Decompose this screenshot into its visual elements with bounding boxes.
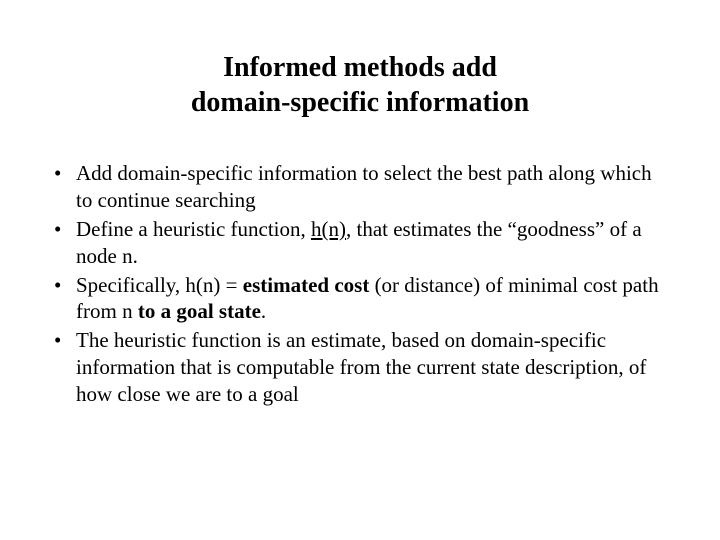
estimated-cost-emph: estimated cost xyxy=(243,273,370,297)
slide-title: Informed methods add domain-specific inf… xyxy=(50,50,670,120)
title-line-1: Informed methods add xyxy=(223,52,497,83)
list-item: Add domain-specific information to selec… xyxy=(50,160,670,214)
bullet-text-end: . xyxy=(261,299,266,323)
list-item: The heuristic function is an estimate, b… xyxy=(50,327,670,408)
bullet-text: The heuristic function is an estimate, b… xyxy=(76,328,646,406)
list-item: Define a heuristic function, h(n), that … xyxy=(50,216,670,270)
goal-state-emph: to a goal state xyxy=(138,299,261,323)
list-item: Specifically, h(n) = estimated cost (or … xyxy=(50,272,670,326)
bullet-text: Add domain-specific information to selec… xyxy=(76,161,652,212)
bullet-text-pre: Specifically, h(n) = xyxy=(76,273,243,297)
heuristic-fn-symbol: h(n) xyxy=(311,217,346,241)
title-line-2: domain-specific information xyxy=(191,87,529,118)
bullet-text-pre: Define a heuristic function, xyxy=(76,217,311,241)
bullet-list: Add domain-specific information to selec… xyxy=(50,160,670,408)
